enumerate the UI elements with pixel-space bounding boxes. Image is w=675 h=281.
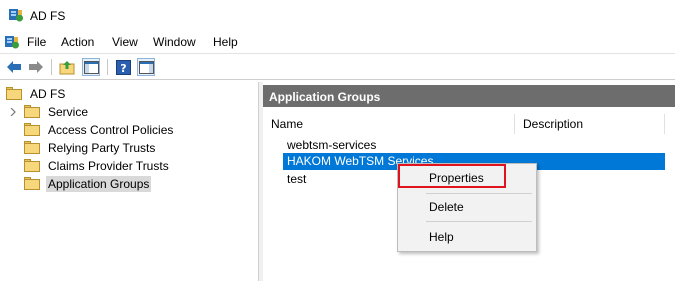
- title-bar: AD FS: [0, 0, 675, 31]
- menu-separator: [426, 221, 532, 222]
- folder-icon: [24, 177, 40, 190]
- menu-separator: [426, 193, 532, 194]
- annotation-highlight-box: [398, 164, 506, 188]
- menu-view[interactable]: View: [112, 35, 138, 49]
- window-title: AD FS: [30, 9, 66, 23]
- adfs-app-icon: [9, 9, 23, 22]
- tree-item-access-control-policies[interactable]: Access Control Policies: [24, 121, 175, 138]
- back-icon[interactable]: [5, 58, 23, 76]
- tree-label: Application Groups: [46, 175, 152, 192]
- menu-file[interactable]: File: [27, 35, 46, 49]
- chevron-right-icon[interactable]: [9, 108, 17, 116]
- context-menu-help[interactable]: Help: [401, 225, 533, 247]
- menu-action[interactable]: Action: [61, 35, 94, 49]
- show-hide-tree-icon[interactable]: [82, 58, 100, 76]
- console-tree: AD FS Service Access Control Policies Re…: [0, 82, 259, 281]
- list-item[interactable]: webtsm-services: [285, 137, 378, 154]
- toolbar-separator: [107, 59, 108, 75]
- folder-icon: [6, 87, 22, 100]
- up-folder-icon[interactable]: [58, 58, 76, 76]
- forward-icon[interactable]: [27, 58, 45, 76]
- tree-item-application-groups[interactable]: Application Groups: [24, 175, 152, 192]
- list-item[interactable]: test: [285, 171, 308, 188]
- folder-icon: [24, 105, 40, 118]
- folder-icon: [24, 159, 40, 172]
- tree-label: Claims Provider Trusts: [48, 158, 169, 173]
- context-menu-delete[interactable]: Delete: [401, 195, 533, 217]
- adfs-system-menu-icon[interactable]: [4, 34, 20, 50]
- tree-item-claims-provider-trusts[interactable]: Claims Provider Trusts: [24, 157, 171, 174]
- menu-window[interactable]: Window: [153, 35, 196, 49]
- tree-root-adfs[interactable]: AD FS: [6, 85, 67, 102]
- menu-bar: File Action View Window Help: [0, 31, 675, 53]
- tree-label: Service: [48, 104, 89, 119]
- tree-label: Access Control Policies: [48, 122, 174, 137]
- results-pane-header: Application Groups: [263, 85, 675, 107]
- tree-item-relying-party-trusts[interactable]: Relying Party Trusts: [24, 139, 157, 156]
- menu-help[interactable]: Help: [213, 35, 238, 49]
- column-header-name[interactable]: Name: [263, 114, 515, 134]
- tree-item-service[interactable]: Service: [24, 103, 90, 120]
- help-icon[interactable]: ?: [114, 58, 132, 76]
- tree-label: AD FS: [30, 86, 66, 101]
- folder-icon: [24, 123, 40, 136]
- svg-text:?: ?: [120, 62, 126, 75]
- folder-icon: [24, 141, 40, 154]
- tree-label: Relying Party Trusts: [48, 140, 156, 155]
- column-header-description[interactable]: Description: [515, 114, 665, 134]
- show-hide-action-pane-icon[interactable]: [137, 58, 155, 76]
- toolbar: ?: [0, 53, 675, 80]
- toolbar-separator: [51, 59, 52, 75]
